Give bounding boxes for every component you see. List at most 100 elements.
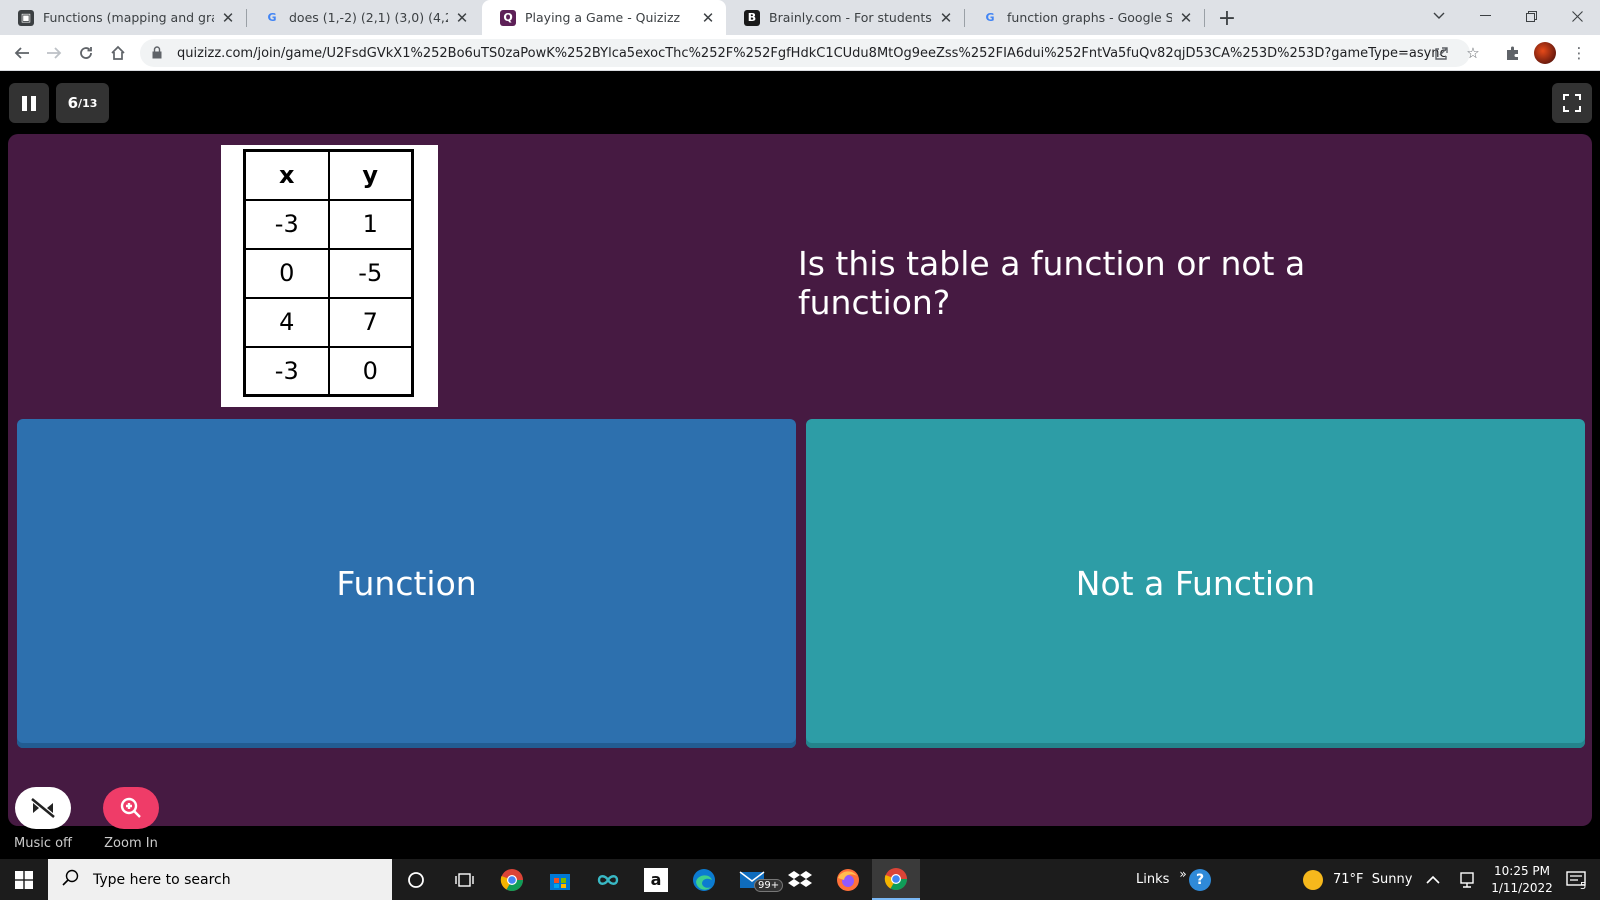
infinity-taskbar-app[interactable] <box>584 859 632 900</box>
show-hidden-icons-button[interactable] <box>1426 859 1440 900</box>
restore-button[interactable] <box>1508 0 1554 32</box>
firefox-taskbar-app[interactable] <box>824 859 872 900</box>
brainly-icon: B <box>744 9 760 26</box>
home-icon <box>111 45 125 60</box>
url-text: quizizz.com/join/game/U2FsdGVkX1%252Bo6u… <box>177 45 1447 61</box>
mail-taskbar-app[interactable]: 99+ <box>728 859 784 900</box>
table-cell: 0 <box>243 247 330 299</box>
table-cell: 7 <box>327 296 414 348</box>
new-tab-button[interactable]: + <box>1214 5 1240 31</box>
tab-divider <box>1204 9 1205 27</box>
tab-brainly[interactable]: B Brainly.com - For students. By stu ✕ <box>726 0 964 35</box>
chrome-taskbar-app[interactable] <box>488 859 536 900</box>
chrome-active-taskbar-app[interactable] <box>872 859 920 900</box>
music-toggle-label: Music off <box>13 836 73 851</box>
windows-logo-icon <box>15 870 33 889</box>
clock-time: 10:25 PM <box>1494 863 1550 878</box>
close-window-button[interactable] <box>1554 0 1600 32</box>
home-button[interactable] <box>104 39 132 67</box>
zoom-in-icon <box>120 797 141 818</box>
zoom-in-button[interactable] <box>103 787 159 829</box>
chevron-up-icon <box>1426 875 1440 884</box>
weather-text: 71°F Sunny <box>1333 872 1413 887</box>
close-icon[interactable]: ✕ <box>220 9 236 27</box>
windows-taskbar: Type here to search a 99+ Links » ? 71°F… <box>0 859 1600 900</box>
table-cell: 0 <box>327 345 414 397</box>
links-toolbar[interactable]: Links » <box>1136 859 1187 900</box>
weather-widget[interactable]: 71°F Sunny <box>1303 859 1412 900</box>
google-icon: G <box>985 11 995 24</box>
answer-option-not-a-function[interactable]: Not a Function <box>806 419 1585 748</box>
share-icon[interactable] <box>1428 40 1454 66</box>
lock-icon <box>152 46 166 60</box>
pause-button[interactable] <box>9 83 49 123</box>
profile-avatar[interactable] <box>1532 40 1558 66</box>
task-view-icon <box>455 872 474 887</box>
table-cell: -3 <box>243 198 330 250</box>
browser-menu-icon[interactable]: ⋮ <box>1566 40 1592 66</box>
chevron-down-icon <box>1433 12 1445 19</box>
table-row: -3 1 <box>243 198 414 250</box>
music-toggle-button[interactable] <box>15 787 71 829</box>
forward-button[interactable] <box>40 39 68 67</box>
tab-google-search-points[interactable]: G does (1,-2) (2,1) (3,0) (4,2) represe … <box>246 0 480 35</box>
address-bar[interactable]: quizizz.com/join/game/U2FsdGVkX1%252Bo6u… <box>140 39 1470 67</box>
tab-google-function-graphs[interactable]: G function graphs - Google Search ✕ <box>964 0 1204 35</box>
table-header-row: x y <box>243 149 414 201</box>
close-icon[interactable]: ✕ <box>700 9 716 27</box>
cortana-button[interactable] <box>392 859 440 900</box>
network-status[interactable] <box>1459 859 1475 900</box>
firefox-icon <box>837 868 859 891</box>
links-label: Links <box>1136 872 1170 887</box>
reload-icon <box>80 47 92 59</box>
amazon-taskbar-app[interactable]: a <box>632 859 680 900</box>
start-button[interactable] <box>0 859 48 900</box>
close-icon[interactable]: ✕ <box>1178 9 1194 27</box>
close-icon[interactable]: ✕ <box>938 9 954 27</box>
minimize-button[interactable] <box>1462 0 1508 32</box>
help-icon: ? <box>1189 868 1211 891</box>
cortana-circle-icon <box>408 871 424 888</box>
close-icon[interactable]: ✕ <box>454 9 470 27</box>
bookmark-star-icon[interactable]: ☆ <box>1460 40 1486 66</box>
restore-icon <box>1525 10 1537 22</box>
notification-center-button[interactable]: 5 <box>1566 859 1586 900</box>
table-row: -3 0 <box>243 345 414 397</box>
tab-quizizz[interactable]: Q Playing a Game - Quizizz ✕ <box>482 0 726 35</box>
extensions-puzzle-icon[interactable] <box>1500 40 1526 66</box>
sun-icon <box>1303 869 1323 890</box>
classroom-icon: ▣ <box>18 9 34 26</box>
question-counter: 6/13 <box>56 83 109 123</box>
microsoft-store-icon <box>550 873 570 890</box>
arrow-right-icon <box>47 47 62 59</box>
tab-search-button[interactable] <box>1416 0 1462 32</box>
search-placeholder: Type here to search <box>93 871 231 888</box>
system-clock[interactable]: 10:25 PM 1/11/2022 <box>1488 859 1556 900</box>
table-cell: -5 <box>327 247 414 299</box>
table-row: 4 7 <box>243 296 414 348</box>
quizizz-icon: Q <box>500 9 516 26</box>
fullscreen-button[interactable] <box>1552 83 1592 123</box>
store-taskbar-app[interactable] <box>536 859 584 900</box>
close-icon <box>1571 10 1583 22</box>
notification-count: 5 <box>1580 881 1587 892</box>
help-button[interactable]: ? <box>1189 859 1211 900</box>
taskbar-search-box[interactable]: Type here to search <box>48 859 392 900</box>
minimize-icon <box>1479 15 1491 16</box>
back-button[interactable] <box>8 39 36 67</box>
task-view-button[interactable] <box>440 859 488 900</box>
chevron-right-icon: » <box>1179 866 1187 881</box>
question-text: Is this table a function or not a functi… <box>798 244 1306 322</box>
clock-date: 1/11/2022 <box>1491 880 1553 895</box>
zoom-in-label: Zoom In <box>104 836 158 851</box>
pause-icon <box>22 95 27 111</box>
reload-button[interactable] <box>72 39 100 67</box>
amazon-icon: a <box>644 867 668 892</box>
answer-option-function[interactable]: Function <box>17 419 796 748</box>
tab-functions-classroom[interactable]: ▣ Functions (mapping and graphs) ✕ <box>0 0 246 35</box>
question-image[interactable]: x y -3 1 0 -5 4 7 -3 0 <box>221 145 438 407</box>
dropbox-taskbar-app[interactable] <box>776 859 824 900</box>
search-icon <box>62 869 79 890</box>
infinity-icon <box>597 874 619 885</box>
edge-taskbar-app[interactable] <box>680 859 728 900</box>
